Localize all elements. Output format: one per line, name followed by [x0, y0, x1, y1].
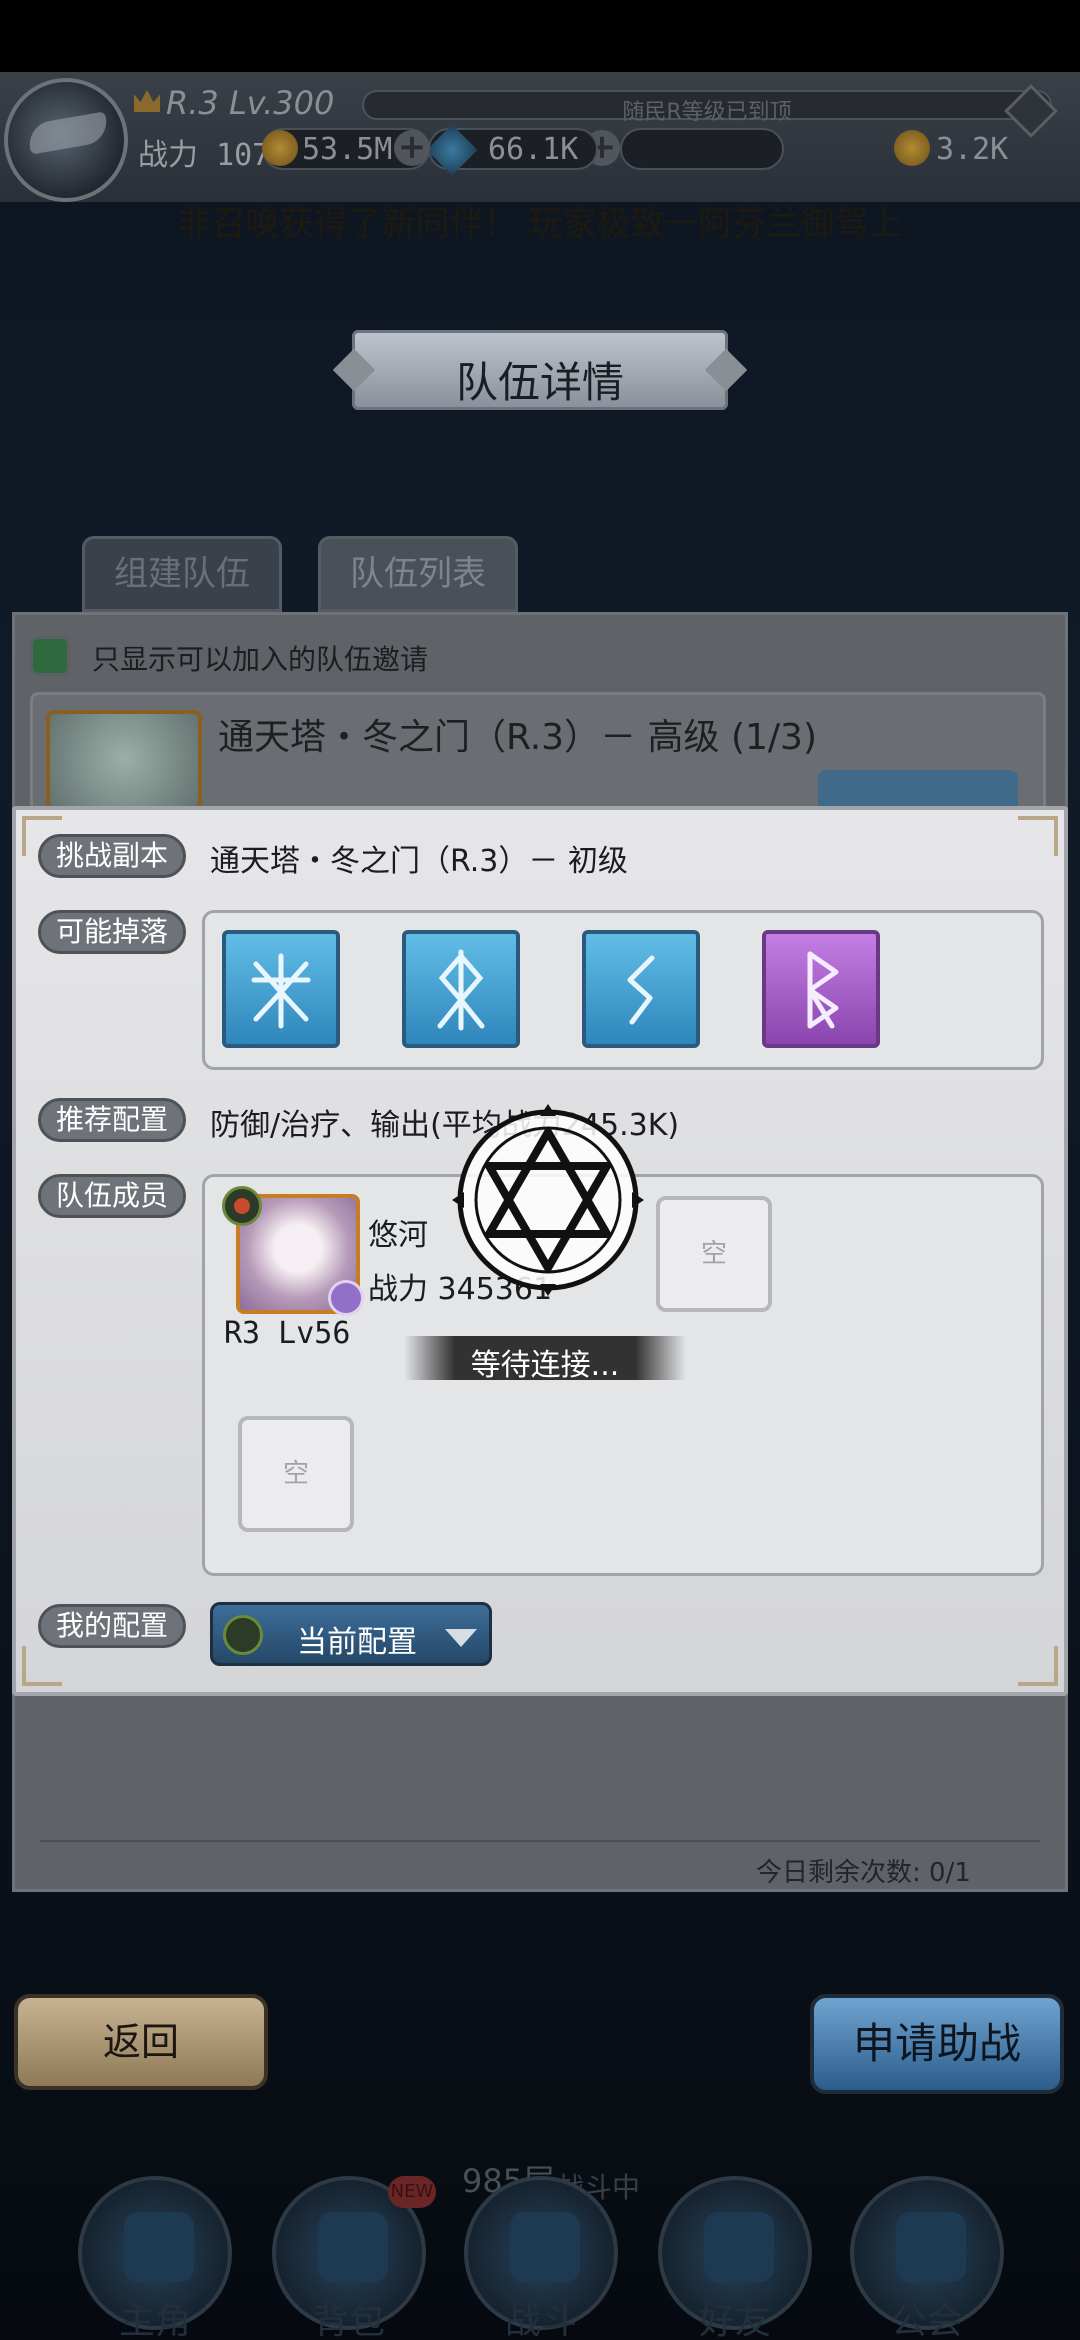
team-join-button[interactable]: [818, 770, 1018, 810]
coin-display: [620, 128, 784, 170]
nav-label-bag: 背包: [312, 2301, 385, 2340]
power-label: 战力: [138, 138, 198, 173]
rune-berkano-icon[interactable]: [762, 930, 880, 1048]
config-dropdown[interactable]: 当前配置: [210, 1602, 492, 1666]
drops-tag: 可能掉落: [38, 910, 186, 954]
fire-element-icon: [223, 1615, 263, 1655]
team-row-title: 通天塔・冬之门（R.3）－ 高级 (1/3): [218, 717, 817, 758]
gold-icon: [262, 130, 298, 166]
config-dropdown-value: 当前配置: [297, 1625, 417, 1660]
members-tag: 队伍成员: [38, 1174, 186, 1218]
tab-team-list[interactable]: 队伍列表: [318, 536, 518, 612]
loading-bar: 等待连接...: [404, 1336, 686, 1383]
remaining-count: 今日剩余次数: 0/1: [756, 1858, 971, 1888]
tab-create-team[interactable]: 组建队伍: [82, 536, 282, 612]
nav-label-guild: 公会: [890, 2301, 963, 2340]
back-button[interactable]: 返回: [14, 1994, 268, 2090]
my-config-tag: 我的配置: [38, 1604, 186, 1648]
nav-label-friends: 好友: [698, 2301, 771, 2340]
gold-value: 53.5M: [302, 132, 393, 167]
corner-ornament: [22, 1646, 62, 1686]
page-title: 队伍详情: [455, 358, 624, 407]
corner-ornament: [1018, 1646, 1058, 1686]
gem-value: 66.1K: [488, 132, 579, 167]
apply-assist-button[interactable]: 申请助战: [810, 1994, 1064, 2094]
challenge-value: 通天塔・冬之门（R.3）－ 初级: [210, 844, 628, 879]
empty-slot[interactable]: 空: [656, 1196, 772, 1312]
exp-text: 随民R等级已到顶: [622, 100, 792, 125]
coin-icon: [894, 130, 930, 166]
filter-checkbox[interactable]: [30, 636, 70, 676]
rune-algiz-icon[interactable]: [222, 930, 340, 1048]
loading-hexagram-icon: [452, 1104, 644, 1296]
exp-bar: 随民R等级已到顶: [362, 90, 1052, 125]
empty-slot[interactable]: 空: [238, 1416, 354, 1532]
chevron-down-icon: [445, 1629, 477, 1647]
nav-label-hero: 主角: [118, 2301, 191, 2340]
corner-ornament: [1018, 816, 1058, 856]
nav-label-battle: 战斗: [504, 2301, 577, 2340]
hero-icon: [124, 2212, 194, 2282]
member-level: R3 Lv56: [224, 1316, 351, 1351]
coin-value: 3.2K: [936, 132, 1009, 167]
news-ticker: 非召唤获得了新同伴！ 玩家极致一阿芬兰御驾上: [177, 204, 903, 244]
guild-crest-icon: [896, 2212, 966, 2282]
handshake-icon: [704, 2212, 774, 2282]
class-icon: [328, 1280, 364, 1316]
add-gem-plus-icon[interactable]: +: [394, 130, 430, 166]
player-rank: R.3 Lv.300: [166, 84, 335, 122]
game-screen: R.3 Lv.300 随民R等级已到顶 战力 1076906 53.5M + 6…: [0, 0, 1080, 2340]
rune-sowilo-icon[interactable]: [582, 930, 700, 1048]
recommend-tag: 推荐配置: [38, 1098, 186, 1142]
filter-checkbox-label: 只显示可以加入的队伍邀请: [92, 643, 429, 676]
fire-element-icon: [222, 1186, 262, 1226]
swords-icon: [510, 2212, 580, 2282]
title-plate: 队伍详情: [352, 330, 728, 410]
member-name: 悠河: [368, 1218, 428, 1253]
bag-icon: [318, 2212, 388, 2282]
new-badge: NEW: [388, 2176, 436, 2208]
loading-text: 等待连接...: [470, 1348, 620, 1383]
challenge-tag: 挑战副本: [38, 834, 186, 878]
divider: [40, 1840, 1040, 1842]
rune-othala-icon[interactable]: [402, 930, 520, 1048]
